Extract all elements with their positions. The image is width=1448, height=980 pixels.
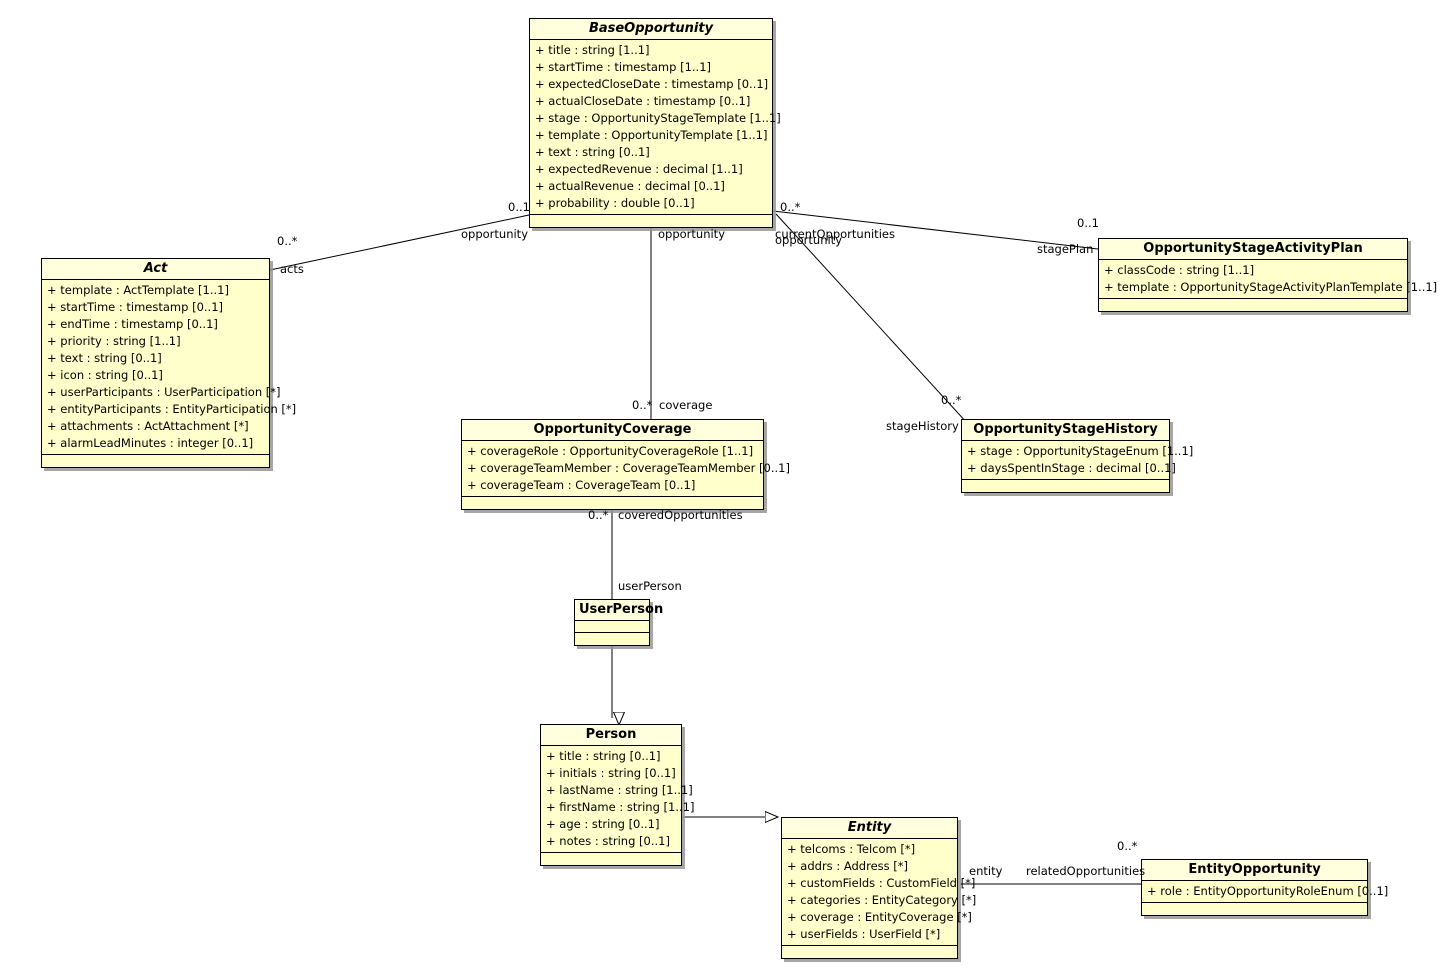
attribute-row: + template : OpportunityTemplate [1..1] <box>535 128 768 142</box>
role-label-opportunity-center: opportunity <box>658 227 725 241</box>
attribute-row: + stage : OpportunityStageTemplate [1..1… <box>535 111 781 125</box>
multiplicity-stage-history: 0..* <box>941 393 962 407</box>
role-label-opportunity-left: opportunity <box>461 227 528 241</box>
class-box-opportunity-coverage[interactable]: OpportunityCoverage + coverageRole : Opp… <box>461 419 790 510</box>
role-label-stage-plan: stagePlan <box>1037 242 1094 256</box>
role-label-covered-opportunities: coveredOpportunities <box>618 508 743 522</box>
role-label-entity: entity <box>969 864 1003 878</box>
attribute-row: + userParticipants : UserParticipation [… <box>47 385 281 399</box>
multiplicity-base-left: 0..1 <box>508 200 530 214</box>
attribute-row: + coverageTeamMember : CoverageTeamMembe… <box>467 461 790 475</box>
class-operations-opportunity-stage-activity-plan <box>1099 299 1407 311</box>
attribute-row: + icon : string [0..1] <box>47 368 163 382</box>
attribute-row: + text : string [0..1] <box>47 351 162 365</box>
attribute-row: + startTime : timestamp [0..1] <box>47 300 224 314</box>
attribute-row: + addrs : Address [*] <box>787 859 909 873</box>
attribute-row: + firstName : string [1..1] <box>546 800 695 814</box>
class-box-user-person[interactable]: UserPerson <box>574 599 663 646</box>
attribute-row: + classCode : string [1..1] <box>1104 263 1255 277</box>
attribute-row: + template : OpportunityStageActivityPla… <box>1104 280 1438 294</box>
class-title-opportunity-coverage: OpportunityCoverage <box>462 420 763 441</box>
class-operations-act <box>42 455 269 467</box>
class-attributes-entity: + telcoms : Telcom [*] + addrs : Address… <box>782 839 977 946</box>
uml-diagram-canvas: BaseOpportunity + title : string [1..1] … <box>0 0 1448 980</box>
role-label-user-person: userPerson <box>618 579 682 593</box>
multiplicity-covered-opportunities: 0..* <box>588 508 609 522</box>
attribute-row: + actualCloseDate : timestamp [0..1] <box>535 94 751 108</box>
attribute-row: + actualRevenue : decimal [0..1] <box>535 179 725 193</box>
role-label-stage-history: stageHistory <box>886 419 959 433</box>
multiplicity-act-end: 0..* <box>277 234 298 248</box>
class-operations-opportunity-stage-history <box>962 480 1169 492</box>
attribute-row: + categories : EntityCategory [*] <box>787 893 977 907</box>
attribute-row: + stage : OpportunityStageEnum [1..1] <box>967 444 1194 458</box>
class-attributes-opportunity-stage-activity-plan: + classCode : string [1..1] + template :… <box>1099 260 1438 299</box>
class-title-opportunity-stage-activity-plan: OpportunityStageActivityPlan <box>1099 239 1407 260</box>
attribute-row: + endTime : timestamp [0..1] <box>47 317 218 331</box>
class-title-entity-opportunity: EntityOpportunity <box>1142 860 1367 881</box>
multiplicity-related-opportunities: 0..* <box>1117 839 1138 853</box>
class-title-entity: Entity <box>782 818 957 839</box>
class-attributes-opportunity-stage-history: + stage : OpportunityStageEnum [1..1] + … <box>962 441 1194 480</box>
role-label-coverage: coverage <box>659 398 713 412</box>
class-attributes-entity-opportunity: + role : EntityOpportunityRoleEnum [0..1… <box>1142 881 1389 903</box>
class-attributes-base-opportunity: + title : string [1..1] + startTime : ti… <box>530 40 781 215</box>
class-operations-user-person <box>575 633 649 645</box>
attribute-row: + expectedCloseDate : timestamp [0..1] <box>535 77 769 91</box>
class-attributes-person: + title : string [0..1] + initials : str… <box>541 746 695 853</box>
attribute-row: + priority : string [1..1] <box>47 334 181 348</box>
attribute-row: + coverageRole : OpportunityCoverageRole… <box>467 444 754 458</box>
attribute-row: + alarmLeadMinutes : integer [0..1] <box>47 436 254 450</box>
attribute-row: + customFields : CustomField [*] <box>787 876 976 890</box>
role-label-opportunity-right: opportunity <box>775 233 842 247</box>
attribute-row: + entityParticipants : EntityParticipati… <box>47 402 297 416</box>
class-attributes-act: + template : ActTemplate [1..1] + startT… <box>42 280 297 455</box>
role-label-related-opportunities: relatedOpportunities <box>1026 864 1146 878</box>
class-title-base-opportunity: BaseOpportunity <box>530 19 772 40</box>
attribute-row: + userFields : UserField [*] <box>787 927 941 941</box>
class-operations-entity-opportunity <box>1142 903 1367 915</box>
attribute-row: + notes : string [0..1] <box>546 834 670 848</box>
multiplicity-stage-plan: 0..1 <box>1077 216 1099 230</box>
attribute-row: + attachments : ActAttachment [*] <box>47 419 249 433</box>
class-title-user-person: UserPerson <box>575 600 663 621</box>
attribute-row: + expectedRevenue : decimal [1..1] <box>535 162 743 176</box>
class-title-person: Person <box>541 725 681 746</box>
class-title-act: Act <box>42 259 269 280</box>
attribute-row: + coverageTeam : CoverageTeam [0..1] <box>467 478 696 492</box>
class-operations-entity <box>782 946 957 958</box>
role-label-acts: acts <box>280 262 304 276</box>
attribute-row: + telcoms : Telcom [*] <box>787 842 916 856</box>
attribute-row: + coverage : EntityCoverage [*] <box>787 910 972 924</box>
class-box-opportunity-stage-history[interactable]: OpportunityStageHistory + stage : Opport… <box>961 419 1194 493</box>
class-box-act[interactable]: Act + template : ActTemplate [1..1] + st… <box>41 258 297 468</box>
attribute-row: + age : string [0..1] <box>546 817 660 831</box>
class-box-person[interactable]: Person + title : string [0..1] + initial… <box>540 724 695 866</box>
class-operations-person <box>541 853 681 865</box>
attribute-row: + startTime : timestamp [1..1] <box>535 60 712 74</box>
attribute-row: + lastName : string [1..1] <box>546 783 693 797</box>
attribute-row: + initials : string [0..1] <box>546 766 676 780</box>
class-box-entity-opportunity[interactable]: EntityOpportunity + role : EntityOpportu… <box>1141 859 1389 916</box>
class-attributes-user-person <box>575 621 649 633</box>
attribute-row: + title : string [1..1] <box>535 43 650 57</box>
class-box-entity[interactable]: Entity + telcoms : Telcom [*] + addrs : … <box>781 817 977 959</box>
class-title-opportunity-stage-history: OpportunityStageHistory <box>962 420 1169 441</box>
multiplicity-coverage: 0..* <box>632 398 653 412</box>
multiplicity-base-right: 0..* <box>780 200 801 214</box>
attribute-row: + text : string [0..1] <box>535 145 650 159</box>
attribute-row: + title : string [0..1] <box>546 749 661 763</box>
class-attributes-opportunity-coverage: + coverageRole : OpportunityCoverageRole… <box>462 441 790 497</box>
attribute-row: + probability : double [0..1] <box>535 196 695 210</box>
class-box-opportunity-stage-activity-plan[interactable]: OpportunityStageActivityPlan + classCode… <box>1098 238 1438 312</box>
class-operations-base-opportunity <box>530 215 772 227</box>
class-box-base-opportunity[interactable]: BaseOpportunity + title : string [1..1] … <box>529 18 781 228</box>
attribute-row: + template : ActTemplate [1..1] <box>47 283 229 297</box>
attribute-row: + role : EntityOpportunityRoleEnum [0..1… <box>1147 884 1389 898</box>
attribute-row: + daysSpentInStage : decimal [0..1] <box>967 461 1176 475</box>
